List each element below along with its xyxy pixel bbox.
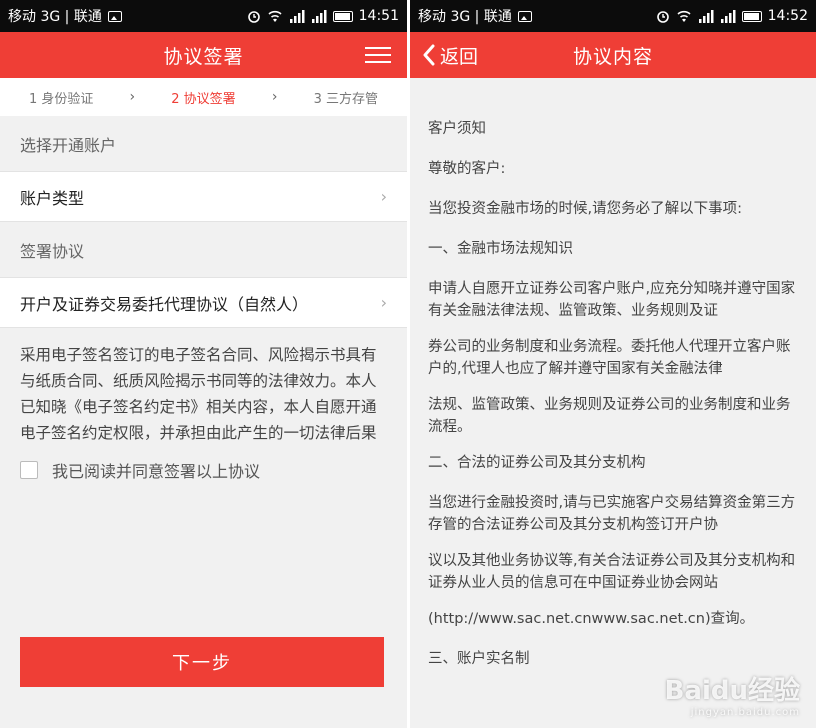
left-screen: 移动 3G | 联通 14:51 协议签署 1 身份验证 › 2 协议签署 › …	[0, 0, 407, 728]
image-icon	[107, 10, 122, 22]
chevron-right-icon: ›	[271, 89, 278, 105]
watermark-brand: Baidu经验	[664, 676, 800, 706]
content-paragraph: 法规、监管政策、业务规则及证券公司的业务制度和业务流程。	[428, 397, 791, 435]
chevron-right-icon: ›	[380, 293, 387, 312]
content-paragraph: 当您进行金融投资时,请与已实施客户交易结算资金第三方存管的合法证券公司及其分支机…	[428, 495, 796, 533]
account-type-label: 账户类型	[20, 188, 85, 208]
section-label: 签署协议	[20, 241, 85, 261]
account-type-row[interactable]: 账户类型 ›	[0, 172, 407, 222]
agreement-content: 客户须知 尊敬的客户: 当您投资金融市场的时候,请您务必了解以下事项: 一、金融…	[410, 78, 816, 670]
right-screen: 移动 3G | 联通 14:52 返回 协议内容 客户须知 尊敬的客户: 当您投…	[410, 0, 816, 728]
agree-checkbox[interactable]	[20, 461, 38, 479]
clock-time: 14:52	[767, 8, 808, 24]
next-button[interactable]: 下一步	[20, 637, 384, 687]
status-bar: 移动 3G | 联通 14:52	[410, 0, 816, 32]
back-button[interactable]: 返回	[422, 32, 478, 78]
chevron-right-icon: ›	[380, 187, 387, 206]
signal-icon	[720, 9, 736, 23]
content-paragraph: 议以及其他业务协议等,有关合法证券公司及其分支机构和证券从业人员的信息可在中国证…	[428, 553, 796, 591]
step-depository: 3 三方存管	[313, 91, 379, 107]
carrier-text: 移动 3G | 联通	[8, 9, 102, 25]
page-title: 协议内容	[572, 45, 653, 68]
page-title: 协议签署	[163, 45, 244, 68]
menu-icon[interactable]	[365, 45, 391, 65]
header-bar: 返回 协议内容	[410, 32, 816, 78]
watermark-url: jingyan.baidu.com	[690, 707, 800, 718]
section-sign-agreement: 签署协议	[0, 222, 407, 278]
clock-time: 14:51	[358, 8, 399, 24]
signal-icon	[311, 9, 327, 23]
e-signature-notice: 采用电子签名签订的电子签名合同、风险揭示书具有与纸质合同、纸质风险揭示书同等的法…	[20, 346, 377, 442]
agree-row[interactable]: 我已阅读并同意签署以上协议	[0, 446, 407, 482]
signal-icon	[289, 9, 305, 23]
wifi-icon	[268, 10, 282, 22]
content-section-title: 一、金融市场法规知识	[428, 241, 573, 257]
content-paragraph: 券公司的业务制度和业务流程。委托他人代理开立客户账户的,代理人也应了解并遵守国家…	[428, 339, 791, 377]
step-agreement: 2 协议签署	[171, 91, 236, 107]
header-bar: 协议签署	[0, 32, 407, 78]
chevron-right-icon: ›	[129, 89, 136, 105]
agreement-label: 开户及证券交易委托代理协议（自然人）	[20, 294, 309, 314]
content-paragraph: (http://www.sac.net.cnwww.sac.net.cn)查询。	[428, 611, 755, 627]
back-label: 返回	[440, 45, 479, 68]
agreement-row[interactable]: 开户及证券交易委托代理协议（自然人） ›	[0, 278, 407, 328]
battery-icon	[332, 10, 353, 22]
battery-icon	[741, 10, 762, 22]
back-arrow-icon	[423, 44, 435, 66]
content-section-title: 二、合法的证券公司及其分支机构	[428, 455, 646, 471]
wifi-icon	[677, 10, 691, 22]
content-section-title: 三、账户实名制	[428, 651, 530, 667]
content-paragraph: 当您投资金融市场的时候,请您务必了解以下事项:	[428, 201, 742, 217]
alarm-icon	[247, 11, 260, 23]
alarm-icon	[656, 11, 669, 23]
signal-icon	[698, 9, 714, 23]
step-indicator: 1 身份验证 › 2 协议签署 › 3 三方存管	[0, 78, 407, 116]
section-label: 选择开通账户	[20, 135, 117, 155]
content-paragraph: 申请人自愿开立证券公司客户账户,应充分知晓并遵守国家有关金融法律法规、监管政策、…	[428, 281, 796, 319]
content-paragraph: 尊敬的客户:	[428, 161, 506, 177]
step-identity: 1 身份验证	[28, 91, 94, 107]
watermark: Baidu经验 jingyan.baidu.com	[665, 670, 800, 718]
section-select-account: 选择开通账户	[0, 116, 407, 172]
carrier-text: 移动 3G | 联通	[418, 9, 512, 25]
image-icon	[517, 10, 532, 22]
content-heading: 客户须知	[428, 121, 486, 137]
status-bar: 移动 3G | 联通 14:51	[0, 0, 407, 32]
agree-label: 我已阅读并同意签署以上协议	[52, 462, 261, 481]
